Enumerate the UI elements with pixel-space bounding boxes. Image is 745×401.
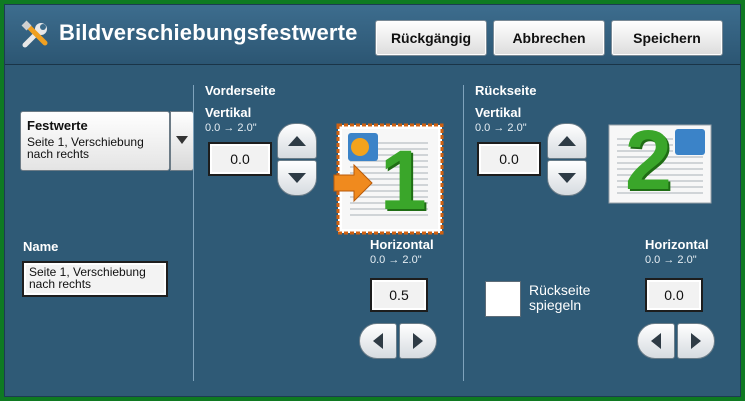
header-bar: Bildverschiebungsfestwerte Rückgängig Ab… bbox=[5, 5, 740, 65]
mirror-back-checkbox[interactable] bbox=[485, 281, 521, 317]
front-horizontal-right-button[interactable] bbox=[399, 323, 437, 359]
cancel-button[interactable]: Abbrechen bbox=[493, 20, 605, 56]
front-horizontal-value[interactable]: 0.5 bbox=[370, 278, 428, 312]
save-button[interactable]: Speichern bbox=[611, 20, 723, 56]
back-vertical-up-button[interactable] bbox=[547, 123, 587, 159]
front-page-number: 1 bbox=[380, 133, 427, 227]
chevron-down-icon bbox=[176, 136, 188, 144]
divider-left bbox=[193, 85, 194, 381]
back-vertical-range: 0.0 → 2.0" bbox=[475, 122, 527, 134]
back-vertical-down-button[interactable] bbox=[547, 160, 587, 196]
arrow-right-icon bbox=[691, 333, 701, 349]
back-vertical-value[interactable]: 0.0 bbox=[477, 142, 541, 176]
name-label: Name bbox=[23, 239, 59, 254]
front-vertical-down-button[interactable] bbox=[277, 160, 317, 196]
arrow-left-icon bbox=[373, 333, 383, 349]
divider-right bbox=[463, 85, 464, 381]
front-vertical-up-button[interactable] bbox=[277, 123, 317, 159]
front-vertical-value[interactable]: 0.0 bbox=[208, 142, 272, 176]
back-page-number: 2 bbox=[625, 113, 672, 207]
name-field[interactable]: Seite 1, Verschiebung nach rechts bbox=[22, 261, 168, 297]
arrow-right-icon bbox=[413, 333, 423, 349]
arrow-up-icon bbox=[288, 136, 306, 146]
back-horizontal-range: 0.0 → 2.0" bbox=[645, 254, 697, 266]
front-horizontal-range: 0.0 → 2.0" bbox=[370, 254, 422, 266]
arrow-up-icon bbox=[558, 136, 576, 146]
presets-dropdown[interactable]: Festwerte Seite 1, Verschiebung nach rec… bbox=[20, 111, 170, 171]
back-horizontal-left-button[interactable] bbox=[637, 323, 675, 359]
undo-button[interactable]: Rückgängig bbox=[375, 20, 487, 56]
front-horizontal-label: Horizontal bbox=[370, 237, 434, 252]
front-horizontal-left-button[interactable] bbox=[359, 323, 397, 359]
presets-label: Festwerte bbox=[27, 118, 88, 133]
back-horizontal-right-button[interactable] bbox=[677, 323, 715, 359]
front-section-label: Vorderseite bbox=[205, 83, 276, 98]
back-horizontal-value[interactable]: 0.0 bbox=[645, 278, 703, 312]
back-horizontal-label: Horizontal bbox=[645, 237, 709, 252]
presets-dropdown-toggle[interactable] bbox=[170, 111, 194, 171]
back-vertical-label: Vertikal bbox=[475, 105, 522, 120]
presets-value: Seite 1, Verschiebung nach rechts bbox=[27, 135, 144, 161]
mirror-back-label: Rückseite spiegeln bbox=[529, 282, 591, 313]
arrow-down-icon bbox=[558, 173, 576, 183]
front-vertical-label: Vertikal bbox=[205, 105, 252, 120]
tools-icon bbox=[21, 20, 48, 48]
page-title: Bildverschiebungsfestwerte bbox=[59, 20, 358, 45]
back-section-label: Rückseite bbox=[475, 83, 537, 98]
arrow-left-icon bbox=[651, 333, 661, 349]
dialog-frame: Bildverschiebungsfestwerte Rückgängig Ab… bbox=[4, 4, 741, 397]
front-vertical-range: 0.0 → 2.0" bbox=[205, 122, 257, 134]
arrow-down-icon bbox=[288, 173, 306, 183]
